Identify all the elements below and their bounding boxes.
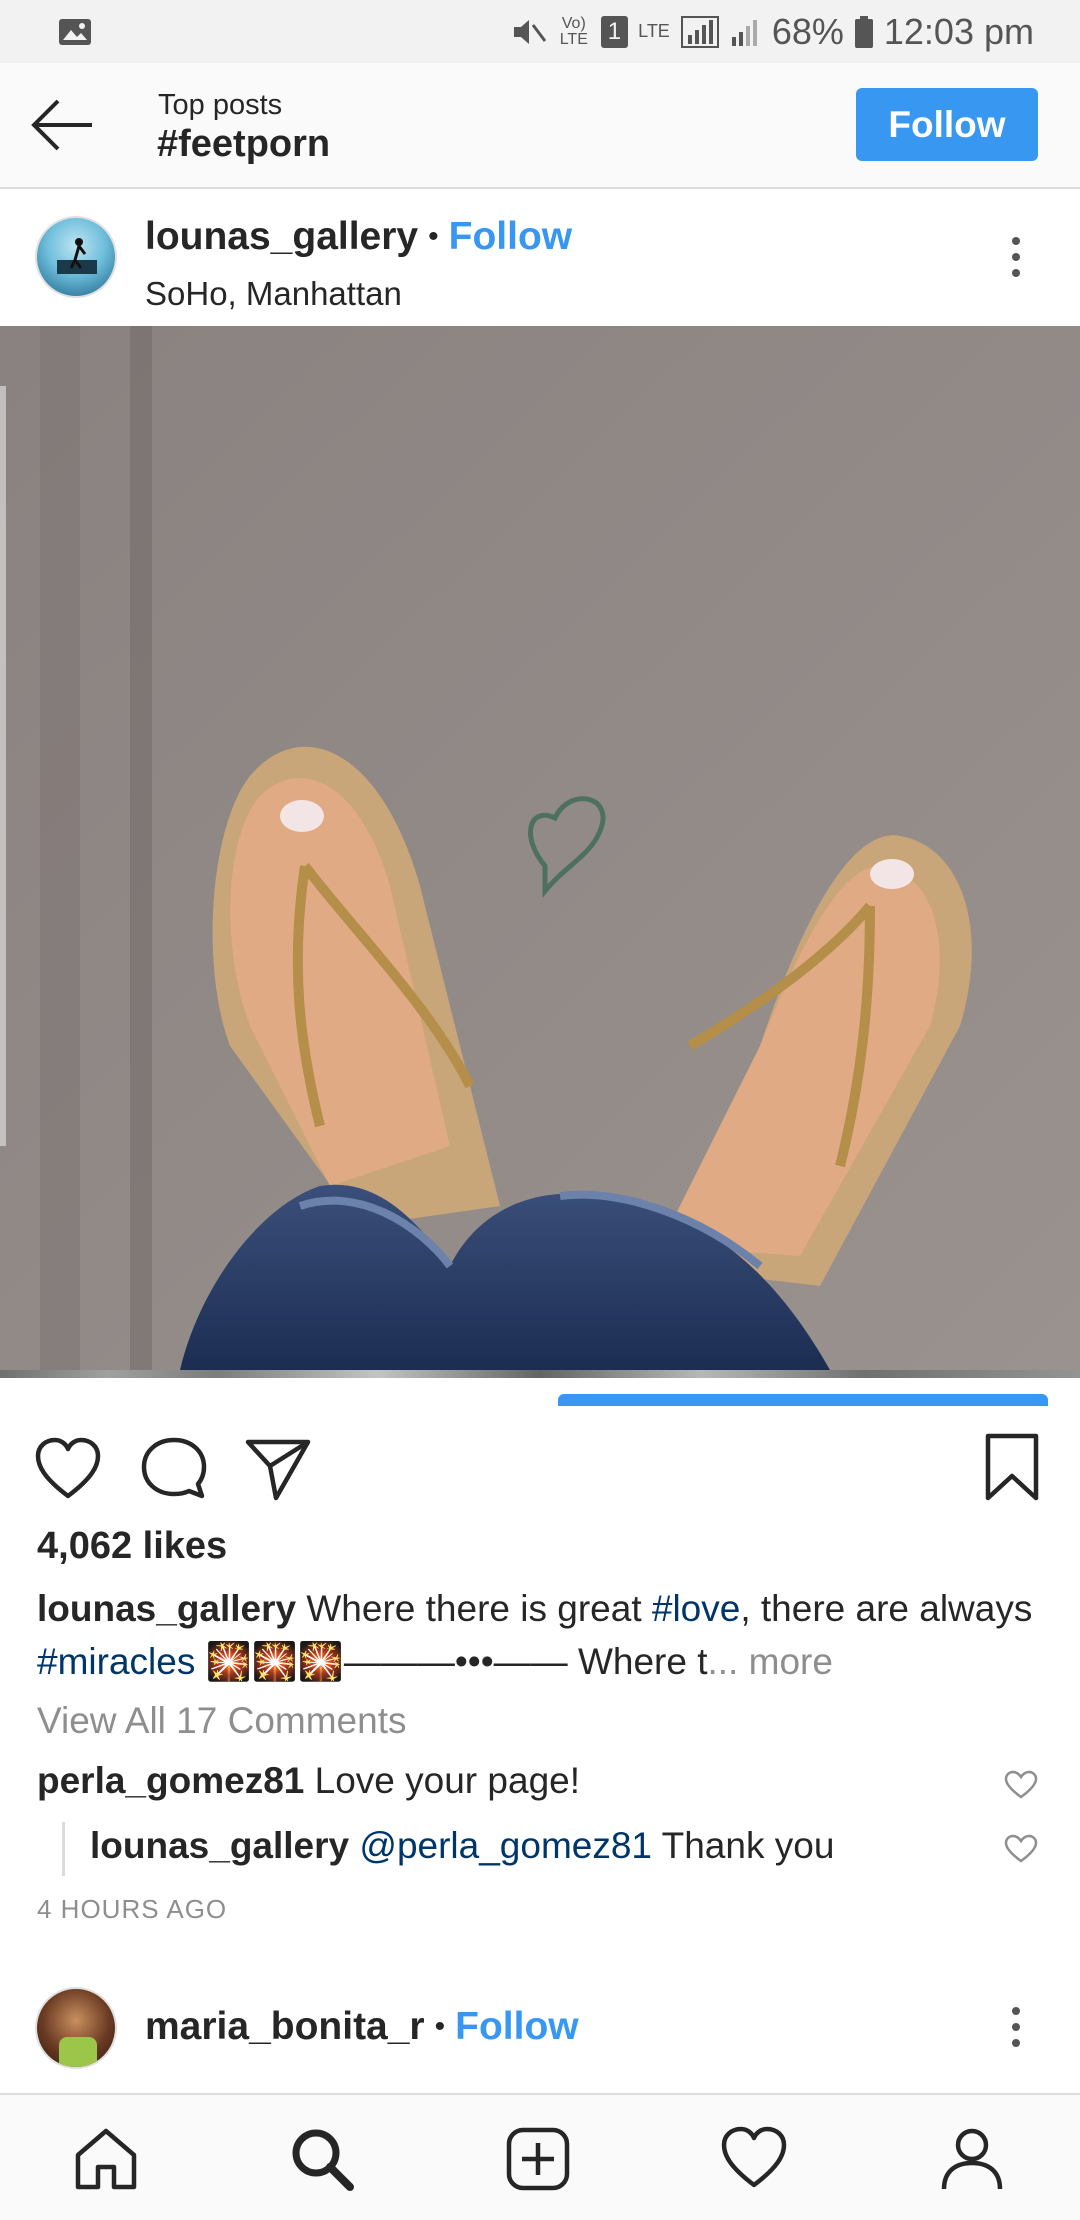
bottom-navigation [0,2093,1080,2220]
separator-dot: • [428,220,439,253]
more-options-icon[interactable] [1000,233,1032,281]
post-actions [0,1420,1080,1516]
follow-hashtag-button[interactable]: Follow [856,88,1038,161]
mute-icon [513,19,546,44]
view-all-comments-link[interactable]: View All 17 Comments [37,1700,406,1742]
battery-percent: 68% [771,10,844,52]
post-timestamp: 4 HOURS AGO [37,1894,228,1924]
next-post-header: maria_bonita_r • Follow [0,1985,1080,2085]
caption-text-1: Where there is great [296,1588,652,1629]
avatar-shirt [59,2037,97,2067]
comment-text: Love your page! [304,1760,580,1801]
add-post-icon[interactable] [504,2125,572,2193]
caption-text-2: , there are always [740,1588,1033,1629]
back-arrow-icon[interactable] [30,97,96,153]
lte-indicator: LTE [638,21,670,41]
profile-icon[interactable] [938,2125,1006,2193]
reply-like-heart-icon[interactable] [1004,1834,1038,1864]
separator-dot: • [434,2010,446,2043]
hashtag-miracles[interactable]: #miracles [37,1641,195,1682]
post-location[interactable]: SoHo, Manhattan [145,275,402,313]
signal2-icon [731,19,757,46]
reply-mention[interactable]: @perla_gomez81 [359,1825,652,1866]
reply-username[interactable]: lounas_gallery [90,1825,349,1866]
comment-like-heart-icon[interactable] [1004,1770,1038,1800]
post-header: lounas_gallery • Follow SoHo, Manhattan [0,191,1080,326]
follow-user-link[interactable]: Follow [455,2005,578,2049]
blue-indicator-strip [558,1394,1048,1406]
top-posts-header: Top posts #feetporn Follow [0,63,1080,189]
heart-icon[interactable] [34,1436,102,1502]
post-photo[interactable] [0,326,1080,1370]
reply-row: lounas_gallery @perla_gomez81 Thank you [90,1825,990,1867]
post-username[interactable]: lounas_gallery [145,215,418,259]
comment-icon[interactable] [140,1436,208,1502]
hashtag-title: #feetporn [157,123,331,165]
status-icons: Vo) LTE 1 LTE 68% 12:03 pm [511,11,1034,53]
photo-illustration [0,326,1080,1370]
next-user-line: maria_bonita_r • Follow [145,2005,579,2049]
caption-username[interactable]: lounas_gallery [37,1588,296,1629]
sim-slot-badge: 1 [600,15,629,48]
hashtag-love[interactable]: #love [652,1588,740,1629]
avatar-figure [57,238,97,274]
post-user-line: lounas_gallery • Follow [145,215,572,259]
status-bar: Vo) LTE 1 LTE 68% 12:03 pm [0,0,1080,63]
reply-text: Thank you [652,1825,835,1866]
caption-more-link[interactable]: ... more [708,1641,833,1682]
avatar[interactable] [35,216,117,298]
comment-row: perla_gomez81 Love your page! [37,1760,1037,1802]
next-post-username[interactable]: maria_bonita_r [145,2005,425,2049]
volte-indicator: Vo) LTE [559,14,588,48]
home-icon[interactable] [72,2125,140,2193]
search-icon[interactable] [288,2125,356,2193]
header-subtitle: Top posts [158,89,283,121]
activity-heart-icon[interactable] [720,2125,788,2193]
post-caption: lounas_gallery Where there is great #lov… [37,1582,1047,1688]
bookmark-icon[interactable] [984,1432,1040,1502]
signal-icon [680,15,719,48]
gallery-notification-icon [59,18,91,45]
likes-count[interactable]: 4,062 likes [37,1525,227,1568]
battery-icon [854,15,873,48]
comment-username[interactable]: perla_gomez81 [37,1760,304,1801]
send-icon[interactable] [244,1436,312,1502]
photo-edge-strip [0,1370,1080,1378]
reply-thread-line [62,1822,65,1876]
more-options-icon[interactable] [1000,2003,1032,2051]
caption-text-3: 🎇🎇🎇———•••—— Where t [195,1641,708,1682]
follow-user-link[interactable]: Follow [449,215,572,259]
avatar[interactable] [35,1987,117,2069]
clock: 12:03 pm [883,10,1034,52]
